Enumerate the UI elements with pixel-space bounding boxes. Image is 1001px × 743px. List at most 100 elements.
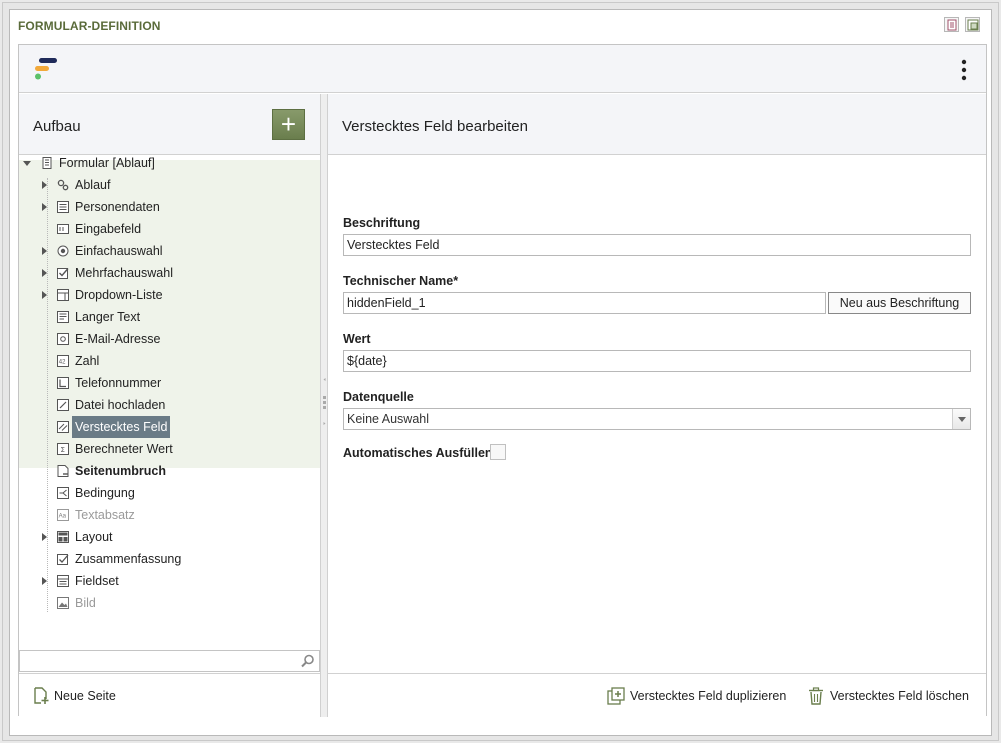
- tree-item-label: Telefonnummer: [75, 376, 162, 390]
- tree-item[interactable]: Verstecktes Feld: [19, 416, 320, 438]
- form-icon: [42, 157, 52, 169]
- splitter-grip: [323, 396, 326, 399]
- editor-header: Verstecktes Feld bearbeiten: [328, 94, 986, 155]
- tree-item-label: Mehrfachauswahl: [75, 266, 173, 280]
- collapse-arrow-icon[interactable]: [42, 203, 47, 211]
- collapse-arrow-icon[interactable]: [42, 577, 47, 585]
- gears-icon: [57, 179, 69, 191]
- paragraph-icon: Aa: [57, 509, 69, 521]
- new-page-label: Neue Seite: [54, 689, 116, 703]
- technical-name-input[interactable]: hiddenField_1: [343, 292, 826, 314]
- textarea-icon: [57, 311, 69, 323]
- svg-text:Aa: Aa: [59, 514, 67, 520]
- dropdown-icon: [57, 289, 69, 301]
- app-logo: [35, 57, 61, 86]
- condition-icon: [57, 487, 69, 499]
- autofill-checkbox[interactable]: [490, 444, 506, 460]
- editor-title: Verstecktes Feld bearbeiten: [342, 118, 528, 135]
- structure-title: Aufbau: [33, 118, 81, 135]
- phone-icon: [57, 377, 69, 389]
- structure-panel: Aufbau + Formular [Ablauf] Ablauf Personen…: [19, 94, 320, 717]
- collapse-arrow-icon[interactable]: [42, 533, 47, 541]
- collapse-arrow-icon[interactable]: [42, 269, 47, 277]
- expand-arrow-icon[interactable]: [23, 161, 31, 166]
- value-label: Wert: [343, 332, 371, 346]
- tree-item[interactable]: Fieldset: [19, 570, 320, 592]
- tree-item-label: Langer Text: [75, 310, 141, 324]
- chevron-down-icon[interactable]: [952, 409, 970, 429]
- tree-item[interactable]: Telefonnummer: [19, 372, 320, 394]
- tree-item[interactable]: Eingabefeld: [19, 218, 320, 240]
- tree-item[interactable]: Aa Textabsatz: [19, 504, 320, 526]
- collapse-arrow-icon[interactable]: [42, 291, 47, 299]
- panel-splitter[interactable]: [320, 94, 328, 717]
- tree-item-label: Datei hochladen: [75, 398, 166, 412]
- collapse-left-icon[interactable]: [323, 378, 326, 381]
- tree-item-label: Ablauf: [75, 178, 111, 192]
- hidden-field-icon: [57, 421, 69, 433]
- tree-item[interactable]: Seitenumbruch: [19, 460, 320, 482]
- fieldset-icon: [57, 575, 69, 587]
- tree-item-label: E-Mail-Adresse: [75, 332, 161, 346]
- duplicate-icon: [607, 687, 625, 705]
- tree-item[interactable]: Langer Text: [19, 306, 320, 328]
- tree-search-input[interactable]: [22, 652, 292, 670]
- tree-item[interactable]: Bedingung: [19, 482, 320, 504]
- label-input[interactable]: Verstecktes Feld: [343, 234, 971, 256]
- tree-item[interactable]: Σ Berechneter Wert: [19, 438, 320, 460]
- editor-footer: Verstecktes Feld duplizieren Verstecktes…: [328, 673, 986, 717]
- delete-field-label: Verstecktes Feld löschen: [830, 689, 969, 703]
- upload-icon: [57, 399, 69, 411]
- tree-item[interactable]: Zusammenfassung: [19, 548, 320, 570]
- document-icon[interactable]: [944, 17, 959, 32]
- new-from-label-button[interactable]: Neu aus Beschriftung: [828, 292, 971, 314]
- collapse-arrow-icon[interactable]: [42, 247, 47, 255]
- checkbox-icon: [57, 268, 69, 279]
- editor-panel: Verstecktes Feld bearbeiten Beschriftung…: [328, 94, 986, 717]
- splitter-grip: [323, 406, 326, 409]
- form-definition-window: FORMULAR-DEFINITION Aufbau + Formular [A…: [9, 9, 992, 736]
- tree-item[interactable]: Formular [Ablauf]: [19, 152, 320, 174]
- tree-item[interactable]: Dropdown-Liste: [19, 284, 320, 306]
- collapse-arrow-icon[interactable]: [42, 181, 47, 189]
- value-input[interactable]: ${date}: [343, 350, 971, 372]
- list-icon: [57, 201, 69, 213]
- svg-text:42: 42: [59, 360, 66, 366]
- summary-icon: [57, 554, 69, 565]
- app-frame: FORMULAR-DEFINITION Aufbau + Formular [A…: [2, 2, 999, 741]
- new-page-icon: [34, 687, 49, 704]
- tree-item[interactable]: Personendaten: [19, 196, 320, 218]
- tree-item-label: Dropdown-Liste: [75, 288, 163, 302]
- tree-item[interactable]: E-Mail-Adresse: [19, 328, 320, 350]
- tree-item[interactable]: Bild: [19, 592, 320, 614]
- tree-item[interactable]: Layout: [19, 526, 320, 548]
- tree-item-label: Einfachauswahl: [75, 244, 163, 258]
- tree-item-label: Textabsatz: [75, 508, 135, 522]
- tree-item-label: Bild: [75, 596, 96, 610]
- tree-item[interactable]: Datei hochladen: [19, 394, 320, 416]
- structure-footer: Neue Seite: [19, 673, 320, 717]
- tree-item-label: Personendaten: [75, 200, 160, 214]
- search-icon[interactable]: [301, 654, 315, 668]
- tree-item-label: Zusammenfassung: [75, 552, 182, 566]
- datasource-select[interactable]: Keine Auswahl: [343, 408, 971, 430]
- pagebreak-icon: [57, 465, 69, 477]
- tree-item-label: Verstecktes Feld: [72, 416, 171, 438]
- tree-search: [19, 650, 320, 672]
- tree-item[interactable]: Einfachauswahl: [19, 240, 320, 262]
- maximize-icon[interactable]: [965, 17, 980, 32]
- tree-item[interactable]: Ablauf: [19, 174, 320, 196]
- toolbar: [19, 45, 986, 93]
- add-element-button[interactable]: +: [272, 109, 305, 140]
- radio-icon: [57, 245, 69, 257]
- more-menu-icon[interactable]: [955, 58, 973, 82]
- technical-name-label: Technischer Name*: [343, 274, 459, 288]
- trash-icon: [809, 687, 823, 705]
- collapse-right-icon[interactable]: [323, 422, 326, 425]
- tree-item[interactable]: Mehrfachauswahl: [19, 262, 320, 284]
- duplicate-field-label: Verstecktes Feld duplizieren: [630, 689, 787, 703]
- tree-item[interactable]: 42 Zahl: [19, 350, 320, 372]
- splitter-grip: [323, 401, 326, 404]
- layout-icon: [57, 531, 69, 543]
- form-editor: Aufbau + Formular [Ablauf] Ablauf Personen…: [18, 44, 987, 717]
